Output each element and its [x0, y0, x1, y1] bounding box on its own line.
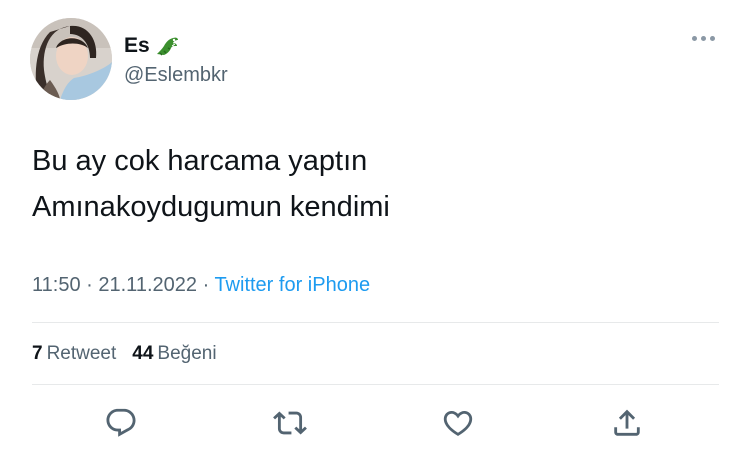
like-icon[interactable] — [438, 403, 478, 443]
tweet-stats: 7 Retweet 44 Beğeni — [32, 341, 217, 367]
tweet-time[interactable]: 11:50 — [32, 274, 81, 296]
divider-bottom — [32, 384, 719, 385]
retweet-icon[interactable] — [270, 403, 310, 443]
avatar[interactable] — [30, 18, 112, 100]
share-icon[interactable] — [607, 403, 647, 443]
retweet-count: 7 — [32, 343, 43, 364]
tweet-text-line-1: Bu ay cok harcama yaptın — [32, 145, 368, 177]
tweet-meta: 11:50 · 21.11.2022 · Twitter for iPhone — [32, 272, 370, 298]
tweet-source-link[interactable]: Twitter for iPhone — [214, 274, 370, 296]
author-handle[interactable]: @Eslembkr — [124, 63, 228, 87]
meta-separator-2: · — [202, 274, 210, 296]
like-label: Beğeni — [157, 343, 217, 364]
tweet-text: Bu ay cok harcama yaptın Amınakoydugumun … — [32, 138, 390, 230]
like-stat[interactable]: 44 Beğeni — [132, 341, 216, 367]
more-icon[interactable] — [692, 36, 715, 41]
tweet-text-line-2: Amınakoydugumun kendimi — [32, 191, 390, 223]
retweet-label: Retweet — [46, 343, 117, 364]
like-count: 44 — [132, 343, 154, 364]
retweet-stat[interactable]: 7 Retweet — [32, 341, 116, 367]
reply-icon[interactable] — [101, 403, 141, 443]
action-bar — [0, 403, 749, 445]
display-name[interactable]: Es — [124, 34, 150, 58]
crocodile-emoji-icon — [154, 34, 180, 58]
divider-top — [32, 322, 719, 323]
avatar-image — [30, 18, 112, 100]
tweet-date[interactable]: 21.11.2022 — [98, 274, 197, 296]
author-name-row[interactable]: Es — [124, 34, 180, 58]
meta-separator: · — [86, 274, 93, 296]
